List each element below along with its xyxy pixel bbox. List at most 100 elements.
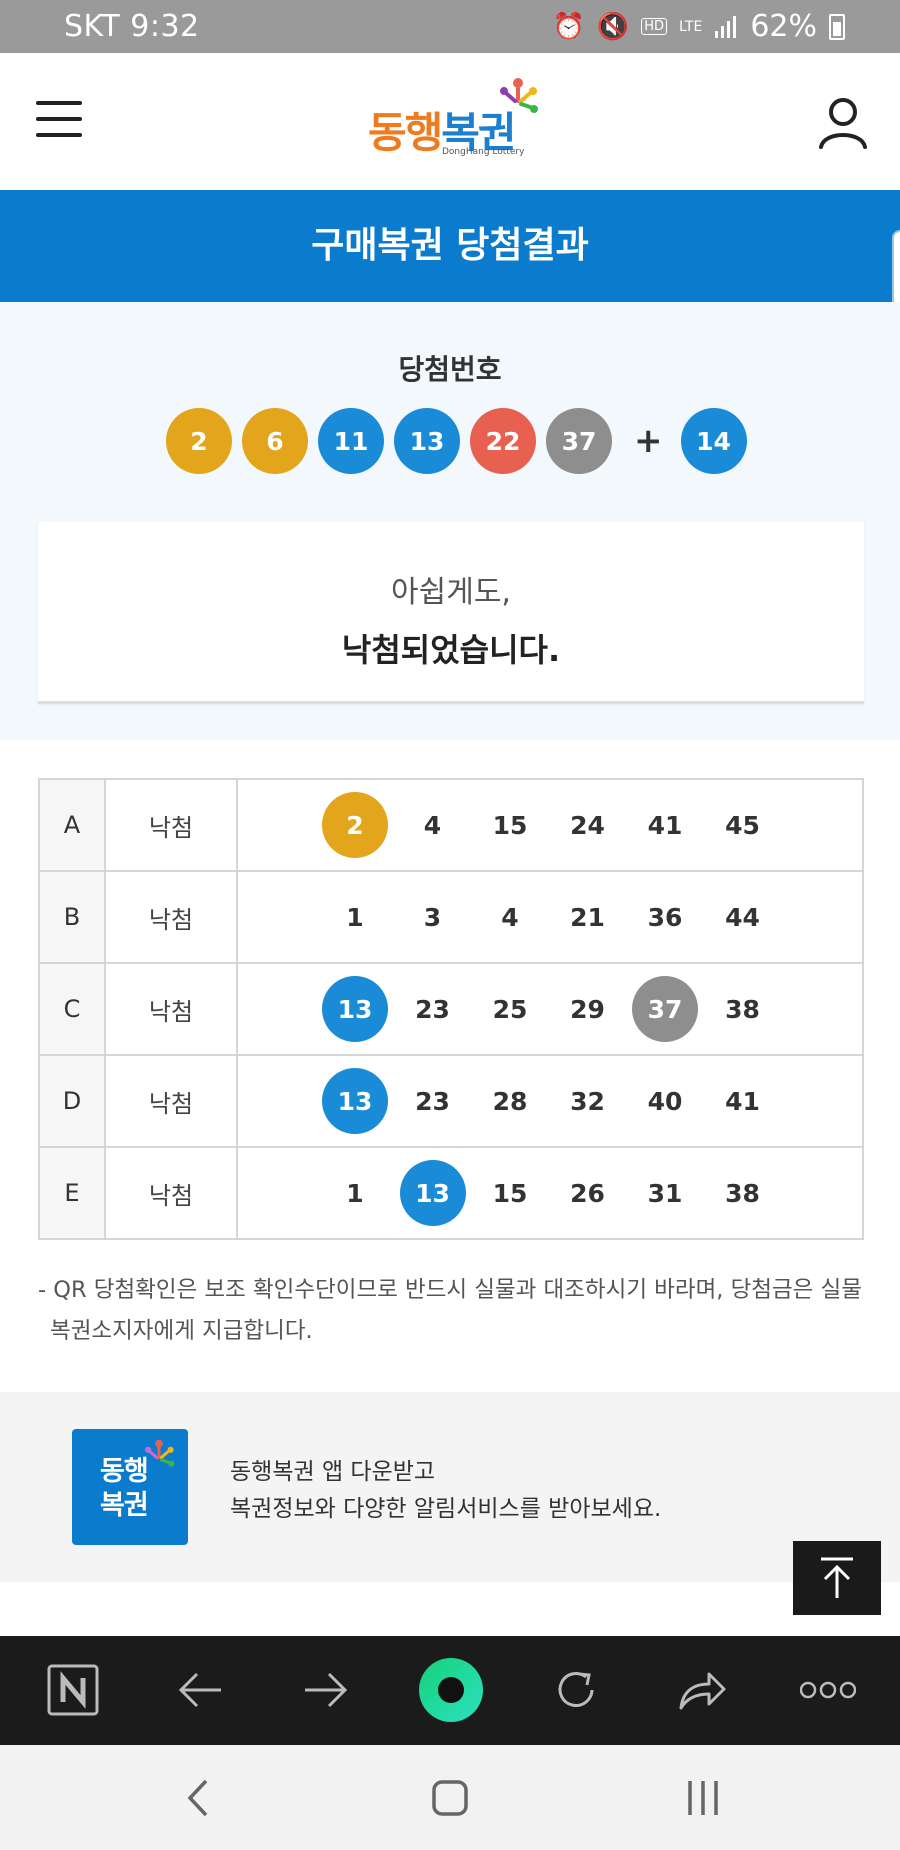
- winning-ball: 37: [546, 408, 612, 474]
- game-letter: E: [38, 1146, 106, 1240]
- hd-voice-badge: HD: [641, 18, 668, 35]
- number: 45: [725, 810, 760, 840]
- number: 15: [492, 1178, 528, 1208]
- status-icons: ⏰ 🔇 HD LTE 62%: [552, 9, 845, 44]
- naver-green-dot-icon[interactable]: [416, 1655, 486, 1725]
- winning-ball: 13: [394, 408, 460, 474]
- winning-number-balls: 2 6 11 13 22 37 +14: [166, 408, 757, 474]
- number: 40: [647, 1086, 683, 1116]
- number: 25: [492, 994, 528, 1024]
- winning-ball: 6: [242, 408, 308, 474]
- game-letter: A: [38, 778, 106, 872]
- winning-numbers-label: 당첨번호: [398, 353, 502, 386]
- alarm-icon: ⏰: [552, 11, 585, 42]
- lte-badge: LTE: [679, 18, 703, 35]
- battery-icon: [829, 13, 845, 40]
- number: 1: [346, 902, 364, 932]
- purchased-games-table: A 낙첨 2 4 15 24 41 45 B 낙첨 1 3 4 21 36 44 C 낙첨 13 23 25 29 37 38…: [38, 778, 864, 1240]
- game-result: 낙첨: [104, 870, 238, 964]
- number: 21: [570, 902, 605, 932]
- donghang-lottery-logo[interactable]: 동행복권 DongHang Lottery: [368, 77, 538, 167]
- nav-home-icon[interactable]: [427, 1775, 473, 1821]
- more-dots-icon[interactable]: [800, 1662, 856, 1718]
- matched-number-ball: 13: [322, 976, 388, 1042]
- matched-number-ball: 2: [322, 792, 388, 858]
- game-numbers: 1 3 4 21 36 44: [236, 870, 864, 964]
- game-result: 낙첨: [104, 1146, 238, 1240]
- game-numbers: 1 13 15 26 31 38: [236, 1146, 864, 1240]
- page-title: 구매복권 당첨결과: [0, 190, 900, 302]
- winning-ball: 22: [470, 408, 536, 474]
- nav-recents-icon[interactable]: [680, 1775, 726, 1821]
- number-list: 13 23 25 29 37 38: [322, 976, 862, 1042]
- game-row: D 낙첨 13 23 28 32 40 41: [38, 1054, 864, 1148]
- number: 23: [415, 1086, 450, 1116]
- back-arrow-icon[interactable]: [172, 1662, 228, 1718]
- share-icon[interactable]: [674, 1662, 730, 1718]
- logo-english: DongHang Lottery: [442, 147, 525, 157]
- menu-icon[interactable]: [36, 101, 82, 141]
- app-promo-banner[interactable]: 동행 복권 동행복권 앱 다운받고 복권정보와 다양한 알림서비스를 받아보세요.: [0, 1392, 900, 1582]
- android-nav-bar: [0, 1745, 900, 1850]
- site-header: 동행복권 DongHang Lottery: [0, 53, 900, 190]
- app-promo-text: 동행복권 앱 다운받고 복권정보와 다양한 알림서비스를 받아보세요.: [230, 1454, 661, 1528]
- number-list: 2 4 15 24 41 45: [322, 792, 862, 858]
- forward-arrow-icon[interactable]: [298, 1662, 354, 1718]
- reload-icon[interactable]: [548, 1662, 604, 1718]
- bonus-plus-sign: +: [634, 421, 663, 461]
- game-letter: C: [38, 962, 106, 1056]
- carrier-time: SKT 9:32: [64, 9, 200, 44]
- game-numbers: 2 4 15 24 41 45: [236, 778, 864, 872]
- promo-line-2: 복권정보와 다양한 알림서비스를 받아보세요.: [230, 1496, 662, 1522]
- number: 3: [423, 902, 442, 932]
- game-letter: D: [38, 1054, 106, 1148]
- number: 23: [415, 994, 450, 1024]
- number: 26: [570, 1178, 605, 1208]
- naver-home-icon[interactable]: [45, 1662, 101, 1718]
- browser-toolbar: [0, 1636, 900, 1745]
- number: 41: [725, 1086, 760, 1116]
- number: 38: [725, 994, 760, 1024]
- number: 15: [492, 810, 528, 840]
- status-bar: SKT 9:32 ⏰ 🔇 HD LTE 62%: [0, 0, 900, 53]
- number-list: 1 13 15 26 31 38: [322, 1160, 862, 1226]
- game-row: B 낙첨 1 3 4 21 36 44: [38, 870, 864, 964]
- result-line-1: 아쉽게도,: [391, 575, 511, 610]
- game-numbers: 13 23 28 32 40 41: [236, 1054, 864, 1148]
- game-result: 낙첨: [104, 1054, 238, 1148]
- number: 4: [423, 810, 442, 840]
- notice-line-2: 복권소지자에게 지급합니다.: [50, 1318, 313, 1344]
- number: 31: [647, 1178, 683, 1208]
- battery-percent: 62%: [750, 9, 817, 44]
- user-icon[interactable]: [816, 95, 870, 149]
- result-line-2: 낙첨되었습니다.: [341, 631, 561, 669]
- number-list: 1 3 4 21 36 44: [322, 884, 862, 950]
- result-card: 아쉽게도, 낙첨되었습니다.: [38, 522, 864, 704]
- game-numbers: 13 23 25 29 37 38: [236, 962, 864, 1056]
- qr-notice: - QR 당첨확인은 보조 확인수단이므로 반드시 실물과 대조하시기 바라며,…: [38, 1270, 868, 1352]
- game-row: E 낙첨 1 13 15 26 31 38: [38, 1146, 864, 1240]
- number: 41: [647, 810, 683, 840]
- matched-number-ball: 37: [632, 976, 698, 1042]
- bonus-ball: 14: [680, 408, 747, 474]
- game-row: C 낙첨 13 23 25 29 37 38: [38, 962, 864, 1056]
- matched-number-ball: 13: [322, 1068, 388, 1134]
- number: 32: [570, 1086, 605, 1116]
- mute-icon: 🔇: [596, 11, 630, 42]
- app-logo-text: 동행 복권: [100, 1456, 149, 1521]
- number: 28: [492, 1086, 528, 1116]
- winning-ball: 11: [318, 408, 384, 474]
- number: 44: [725, 902, 760, 932]
- game-row: A 낙첨 2 4 15 24 41 45: [38, 778, 864, 872]
- game-result: 낙첨: [104, 962, 238, 1056]
- app-logo: 동행 복권: [72, 1429, 188, 1545]
- arrow-up-icon: [821, 1557, 853, 1598]
- scroll-to-top-button[interactable]: [793, 1541, 881, 1615]
- notice-line-1: - QR 당첨확인은 보조 확인수단이므로 반드시 실물과 대조하시기 바라며,…: [38, 1277, 862, 1303]
- number-list: 13 23 28 32 40 41: [322, 1068, 862, 1134]
- promo-line-1: 동행복권 앱 다운받고: [230, 1459, 436, 1485]
- game-result: 낙첨: [104, 778, 238, 872]
- winning-ball: 2: [166, 408, 232, 474]
- matched-number-ball: 13: [399, 1160, 466, 1226]
- nav-back-icon[interactable]: [178, 1775, 224, 1821]
